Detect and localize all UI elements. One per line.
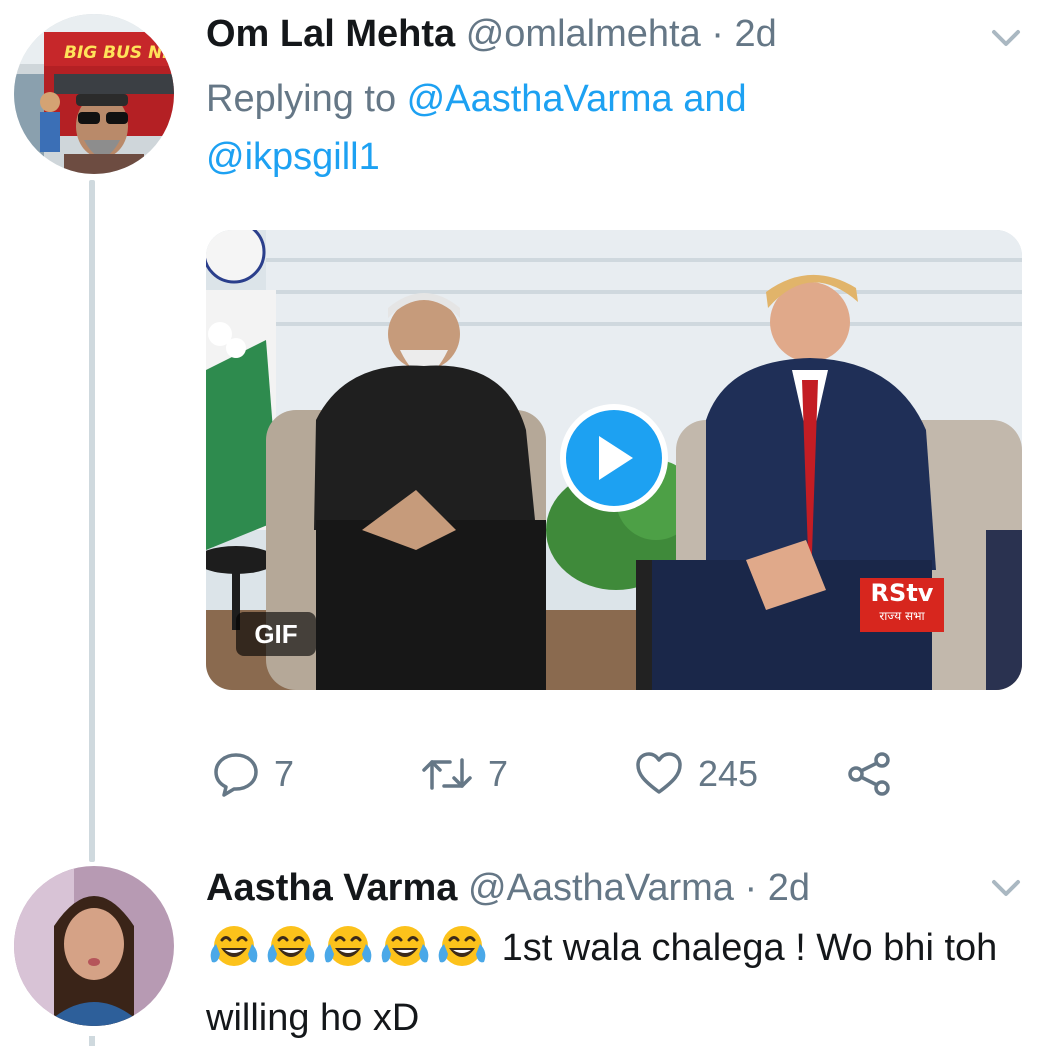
watermark-title: RStv <box>870 579 934 607</box>
avatar[interactable] <box>14 866 174 1026</box>
tweet-header: Om Lal Mehta @omlalmehta · 2d <box>206 12 777 56</box>
avatar-photo <box>14 866 174 1026</box>
watermark-subtitle: राज्य सभा <box>879 609 925 623</box>
share-icon <box>848 752 890 796</box>
gif-badge: GIF <box>236 612 316 656</box>
retweet-button[interactable]: 7 <box>420 746 508 802</box>
separator-dot: · <box>733 867 768 909</box>
replying-prefix: Replying to <box>206 78 407 120</box>
thread-connector-line <box>89 180 95 862</box>
retweet-icon <box>422 758 472 790</box>
share-button[interactable] <box>846 746 894 802</box>
chevron-down-icon <box>992 880 1020 896</box>
tweet-thread: BIG BUS NEW YORK Om Lal Mehta @omlalmeht… <box>0 0 1044 1046</box>
user-handle[interactable]: @AasthaVarma <box>468 867 734 909</box>
tweet-header: Aastha Varma @AasthaVarma · 2d <box>206 866 810 910</box>
tweet-menu-button[interactable] <box>988 876 1024 900</box>
play-button[interactable] <box>560 404 668 512</box>
face-with-tears-of-joy-icon <box>381 926 429 966</box>
avatar-photo: BIG BUS NEW YORK <box>14 14 174 174</box>
timestamp[interactable]: 2d <box>768 867 810 909</box>
reply-button[interactable]: 7 <box>212 746 294 802</box>
user-handle[interactable]: @omlalmehta <box>466 13 701 55</box>
mention-link[interactable]: @ikpsgill1 <box>206 136 380 178</box>
replying-to-line: Replying to @AasthaVarma and @ikpsgill1 <box>206 70 906 186</box>
face-with-tears-of-joy-icon <box>267 926 315 966</box>
separator-dot: · <box>700 13 735 55</box>
face-with-tears-of-joy-icon <box>210 926 258 966</box>
emoji-row <box>206 922 491 988</box>
tweet-menu-button[interactable] <box>988 26 1024 50</box>
thread-connector-line-continued <box>89 1036 95 1046</box>
channel-watermark: RStv राज्य सभा <box>860 578 944 632</box>
heart-icon <box>636 752 682 794</box>
avatar-sign-text: BIG BUS NEW YORK <box>64 43 174 63</box>
face-with-tears-of-joy-icon <box>438 926 486 966</box>
avatar[interactable]: BIG BUS NEW YORK <box>14 14 174 174</box>
tweet-text: 1st wala chalega ! Wo bhi toh willing ho… <box>206 918 1026 1046</box>
like-button[interactable]: 245 <box>634 746 758 802</box>
timestamp[interactable]: 2d <box>735 13 777 55</box>
display-name[interactable]: Aastha Varma <box>206 867 457 909</box>
gif-media[interactable]: GIF RStv राज्य सभा <box>206 230 1022 690</box>
mention-link[interactable]: @AasthaVarma <box>407 78 673 120</box>
face-with-tears-of-joy-icon <box>324 926 372 966</box>
display-name[interactable]: Om Lal Mehta <box>206 13 455 55</box>
like-count: 245 <box>698 753 759 794</box>
mention-joiner[interactable]: and <box>673 78 746 120</box>
speech-bubble-icon <box>214 753 258 797</box>
reply-count: 7 <box>274 753 295 794</box>
retweet-count: 7 <box>488 753 509 794</box>
play-icon <box>599 436 633 480</box>
chevron-down-icon <box>992 30 1020 46</box>
